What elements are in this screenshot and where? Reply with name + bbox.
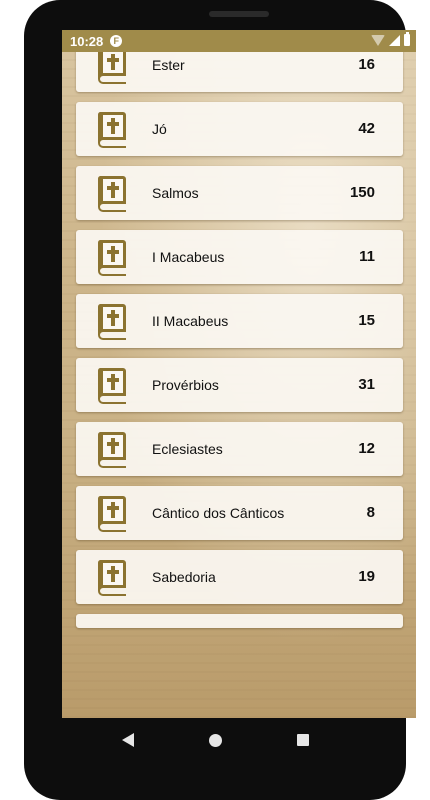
app-notification-icon: F (110, 35, 123, 47)
book-row-i-macabeus[interactable]: I Macabeus 11 (76, 230, 403, 284)
app-screen: 10:28 F Ester 16 Jó 42 Salmos 150 I Maca… (62, 30, 416, 718)
book-row-salmos[interactable]: Salmos 150 (76, 166, 403, 220)
book-name: I Macabeus (152, 249, 225, 265)
bible-book-icon (98, 52, 126, 84)
book-name: Sabedoria (152, 569, 216, 585)
chapter-count: 11 (359, 248, 375, 265)
chapter-count: 15 (358, 312, 375, 329)
book-row-ii-macabeus[interactable]: II Macabeus 15 (76, 294, 403, 348)
speaker-grille (209, 11, 269, 17)
signal-icon (389, 34, 400, 46)
book-row-jo[interactable]: Jó 42 (76, 102, 403, 156)
book-row-sabedoria[interactable]: Sabedoria 19 (76, 550, 403, 604)
chapter-count: 150 (349, 184, 375, 201)
book-row-next[interactable] (76, 614, 403, 628)
book-name: Ester (152, 57, 185, 73)
home-icon[interactable] (208, 733, 222, 747)
status-time: 10:28 (70, 33, 104, 49)
bible-book-icon (97, 368, 126, 404)
book-name: Eclesiastes (152, 441, 223, 457)
book-row-eclesiastes[interactable]: Eclesiastes 12 (76, 422, 403, 476)
book-list: Ester 16 Jó 42 Salmos 150 I Macabeus 11 (62, 52, 416, 718)
chapter-count: 8 (366, 504, 375, 521)
book-row-ester[interactable]: Ester 16 (76, 52, 403, 92)
book-name: Salmos (152, 185, 199, 201)
bible-book-icon (97, 240, 126, 276)
recents-icon[interactable] (296, 734, 309, 746)
chapter-count: 42 (358, 120, 375, 137)
bible-book-icon (97, 176, 126, 212)
wifi-icon (371, 34, 385, 46)
book-name: Jó (152, 121, 167, 137)
chapter-count: 19 (358, 568, 375, 585)
chapter-count: 31 (358, 376, 375, 393)
book-name: II Macabeus (152, 313, 229, 329)
bible-book-icon (97, 112, 126, 148)
bible-book-icon (97, 304, 126, 340)
phone-frame: 10:28 F Ester 16 Jó 42 Salmos 150 I Maca… (24, 0, 416, 800)
book-name: Cântico dos Cânticos (152, 505, 285, 521)
chapter-count: 12 (358, 440, 375, 457)
status-bar: 10:28 F (62, 30, 416, 52)
back-icon[interactable] (121, 733, 134, 747)
book-row-cantico-dos-canticos[interactable]: Cântico dos Cânticos 8 (76, 486, 403, 540)
battery-icon (404, 32, 410, 46)
bible-book-icon (97, 432, 126, 468)
book-name: Provérbios (152, 377, 219, 393)
system-navigation-bar (24, 718, 406, 762)
bible-book-icon (97, 560, 126, 596)
book-row-proverbios[interactable]: Provérbios 31 (76, 358, 403, 412)
chapter-count: 16 (358, 56, 375, 73)
bible-book-icon (97, 496, 126, 532)
